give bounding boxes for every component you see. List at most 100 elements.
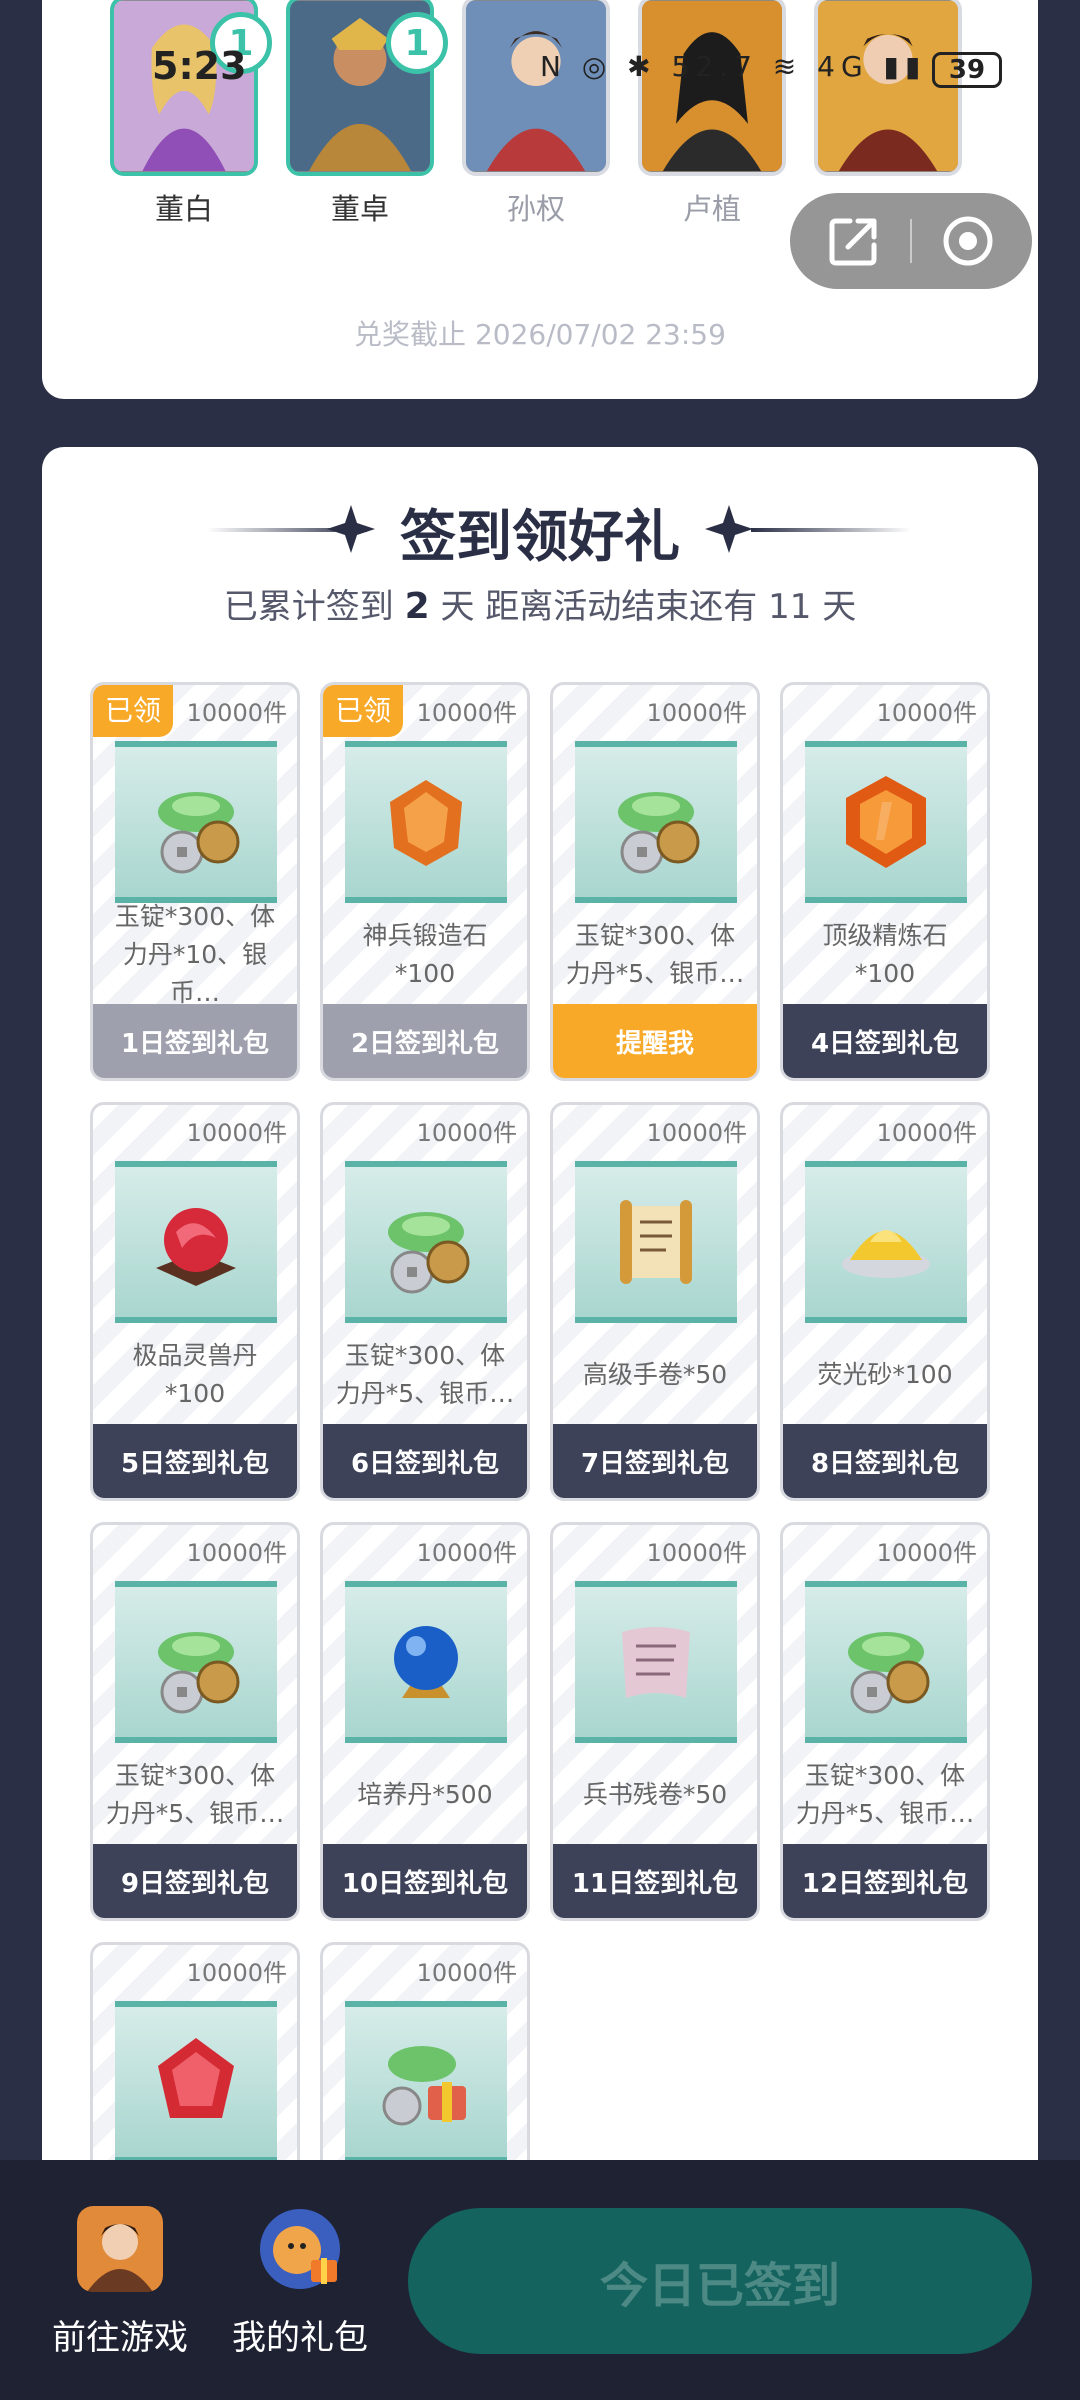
gift-description: 极品灵兽丹*100 xyxy=(132,1341,258,1408)
target-close-icon xyxy=(943,216,993,266)
gift-day-button[interactable]: 4日签到礼包 xyxy=(783,1004,987,1078)
signin-summary: 已累计签到 2 天 距离活动结束还有 11 天 xyxy=(42,579,1038,628)
hero-item-3[interactable]: 孙权 xyxy=(462,0,610,228)
hero-portrait xyxy=(462,0,610,176)
my-gifts-label: 我的礼包 xyxy=(232,2318,368,2358)
gift-stock: 10000件 xyxy=(876,1119,977,1147)
hero-portrait-art-icon xyxy=(466,0,606,172)
gift-image xyxy=(345,1581,507,1743)
hero-name: 董卓 xyxy=(330,192,389,226)
share-button[interactable] xyxy=(819,206,889,276)
ingot-coin-icon xyxy=(158,792,240,874)
gift-image xyxy=(115,1581,277,1743)
my-gifts-button[interactable]: 我的礼包 xyxy=(230,2206,370,2359)
gift-day-button[interactable]: 11日签到礼包 xyxy=(553,1844,757,1918)
red-gem-icon xyxy=(158,2038,234,2118)
gift-image xyxy=(115,741,277,903)
gift-stock: 10000件 xyxy=(416,1119,517,1147)
ingot-coin-icon xyxy=(388,1212,470,1294)
redeem-deadline: 兑奖截止 2026/07/02 23:59 xyxy=(354,318,726,351)
gift-description: 神兵锻造石*100 xyxy=(362,921,488,988)
gift-stock: 10000件 xyxy=(186,1959,287,1987)
gift-card[interactable]: 10000件 玉锭*300、体力丹*5、银币… 9日签到礼包 xyxy=(90,1522,300,1921)
hero-item-2[interactable]: 1 董卓 xyxy=(286,0,448,228)
gift-card[interactable]: 10000件 玉锭*300、体力丹*5、银币… 6日签到礼包 xyxy=(320,1102,530,1501)
days-signed: 2 xyxy=(404,586,430,627)
refine-stone-icon xyxy=(846,776,926,868)
gift-image xyxy=(115,1161,277,1323)
remind-me-button[interactable]: 提醒我 xyxy=(553,1004,757,1078)
summary-prefix: 已累计签到 xyxy=(223,587,394,627)
claimed-badge: 已领 xyxy=(93,685,174,737)
crystal-orb-icon xyxy=(394,1626,458,1698)
gift-image xyxy=(575,1581,737,1743)
forge-stone-icon xyxy=(390,780,462,866)
gift-day-button[interactable]: 10日签到礼包 xyxy=(323,1844,527,1918)
gift-stock: 10000件 xyxy=(416,1959,517,1987)
gift-image xyxy=(345,1161,507,1323)
gift-image xyxy=(805,1581,967,1743)
hero-item-1[interactable]: 1 董白 xyxy=(110,0,272,228)
gift-card[interactable]: 已领 10000件 神兵锻造石*100 2日签到礼包 xyxy=(320,682,530,1081)
gift-description: 荧光砂*100 xyxy=(817,1360,953,1389)
miniprogram-capsule xyxy=(790,193,1032,289)
bottom-bar: 前往游戏 我的礼包 今日已签到 xyxy=(0,2160,1080,2400)
gift-day-button[interactable]: 5日签到礼包 xyxy=(93,1424,297,1498)
gift-description: 玉锭*300、体力丹*5、银币… xyxy=(105,1761,285,1828)
hero-name: 董白 xyxy=(154,192,213,226)
summary-mid: 天 距离活动结束还有 xyxy=(440,587,758,627)
glow-sand-icon xyxy=(842,1230,930,1278)
gift-image xyxy=(345,2001,507,2163)
hero-portrait xyxy=(638,0,786,176)
book-fragment-icon xyxy=(622,1627,690,1698)
gift-image xyxy=(805,741,967,903)
hero-portrait-art-icon xyxy=(818,0,958,172)
gift-image xyxy=(345,741,507,903)
days-left: 11 xyxy=(768,587,812,627)
gift-description: 玉锭*300、体力丹*5、银币… xyxy=(565,921,745,988)
gift-day-button[interactable]: 1日签到礼包 xyxy=(93,1004,297,1078)
gift-stock: 10000件 xyxy=(646,1119,747,1147)
gift-day-button[interactable]: 7日签到礼包 xyxy=(553,1424,757,1498)
gift-stock: 10000件 xyxy=(876,1539,977,1567)
gift-stock: 10000件 xyxy=(876,699,977,727)
gift-card[interactable]: 10000件 玉锭*300、体力丹*5、银币… 12日签到礼包 xyxy=(780,1522,990,1921)
gift-card[interactable]: 10000件 顶级精炼石*100 4日签到礼包 xyxy=(780,682,990,1081)
ingot-coin-icon xyxy=(618,792,700,874)
close-miniprogram-button[interactable] xyxy=(933,206,1003,276)
gift-stock: 10000件 xyxy=(186,699,287,727)
gift-day-button[interactable]: 12日签到礼包 xyxy=(783,1844,987,1918)
title-right-line xyxy=(751,528,911,532)
gift-day-button[interactable]: 6日签到礼包 xyxy=(323,1424,527,1498)
gift-description: 高级手卷*50 xyxy=(582,1360,728,1389)
checkin-today-button[interactable]: 今日已签到 xyxy=(408,2208,1032,2354)
gift-card[interactable]: 10000件 荧光砂*100 8日签到礼包 xyxy=(780,1102,990,1501)
hero-item-4[interactable]: 卢植 xyxy=(638,0,786,228)
ingot-coin-icon xyxy=(848,1632,930,1714)
signin-title: 签到领好礼 xyxy=(400,505,680,570)
gift-description: 玉锭*300、体力丹*10、银币… xyxy=(114,902,276,1007)
gift-day-button[interactable]: 9日签到礼包 xyxy=(93,1844,297,1918)
go-game-button[interactable]: 前往游戏 xyxy=(50,2206,190,2359)
hero-count-badge: 1 xyxy=(210,12,272,74)
hero-count-badge: 1 xyxy=(386,12,448,74)
gift-card[interactable]: 10000件 玉锭*300、体力丹*5、银币… 提醒我 xyxy=(550,682,760,1081)
summary-suffix: 天 xyxy=(822,587,857,627)
gift-stock: 10000件 xyxy=(416,699,517,727)
hero-name: 孙权 xyxy=(506,192,565,226)
gift-day-button[interactable]: 2日签到礼包 xyxy=(323,1004,527,1078)
gift-card[interactable]: 已领 10000件 玉锭*300、体力丹*10、银币… 1日签到礼包 xyxy=(90,682,300,1081)
gift-card[interactable]: 10000件 极品灵兽丹*100 5日签到礼包 xyxy=(90,1102,300,1501)
claimed-badge: 已领 xyxy=(323,685,404,737)
capsule-divider xyxy=(909,219,912,263)
gift-card[interactable]: 10000件 高级手卷*50 7日签到礼包 xyxy=(550,1102,760,1501)
gift-card[interactable]: 10000件 培养丹*500 10日签到礼包 xyxy=(320,1522,530,1921)
ingot-chest-icon xyxy=(382,2046,466,2126)
hero-item-5[interactable] xyxy=(814,0,962,186)
signin-card: 签到领好礼 已累计签到 2 天 距离活动结束还有 11 天 已领 10000件 玉… xyxy=(42,447,1038,2341)
gift-day-button[interactable]: 8日签到礼包 xyxy=(783,1424,987,1498)
share-icon xyxy=(829,218,877,266)
gift-stock: 10000件 xyxy=(416,1539,517,1567)
gift-description: 玉锭*300、体力丹*5、银币… xyxy=(795,1761,975,1828)
gift-card[interactable]: 10000件 兵书残卷*50 11日签到礼包 xyxy=(550,1522,760,1921)
